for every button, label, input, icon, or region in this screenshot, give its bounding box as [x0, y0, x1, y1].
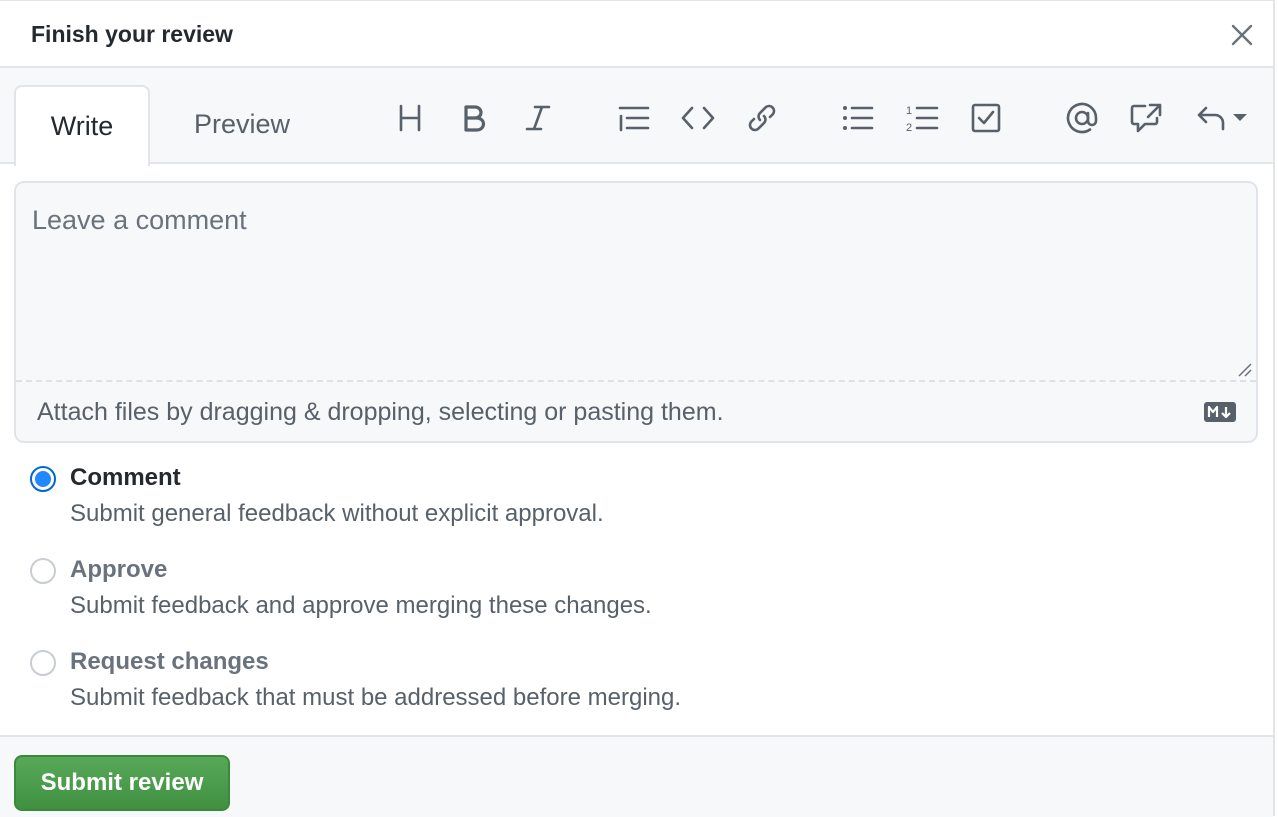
review-option-description: Submit feedback and approve merging thes…: [70, 592, 652, 619]
link-button[interactable]: [740, 96, 784, 140]
quote-icon: [618, 106, 650, 132]
code-button[interactable]: [676, 96, 720, 140]
review-dialog: Finish your review Write Preview 1 2 Lea…: [0, 0, 1275, 817]
request-changes-radio[interactable]: [30, 650, 56, 676]
numbered-list-icon: 1 2: [906, 105, 939, 133]
code-icon: [681, 106, 715, 130]
saved-replies-button[interactable]: [1192, 96, 1252, 140]
heading-button[interactable]: [388, 96, 432, 140]
attach-files-text[interactable]: Attach files by dragging & dropping, sel…: [37, 398, 724, 427]
review-option-label[interactable]: Comment: [70, 464, 181, 492]
dialog-footer: Submit review: [0, 735, 1273, 817]
dialog-title: Finish your review: [31, 21, 233, 47]
comment-editor: Attach files by dragging & dropping, sel…: [14, 181, 1258, 443]
bold-button[interactable]: [452, 96, 496, 140]
italic-icon: [525, 105, 551, 131]
resize-handle-icon[interactable]: [1238, 363, 1252, 377]
task-list-icon: [971, 103, 1001, 133]
bulleted-list-icon: [843, 106, 874, 130]
mention-icon: [1066, 102, 1098, 134]
svg-text:2: 2: [906, 122, 912, 133]
numbered-list-button[interactable]: 1 2: [900, 96, 944, 140]
svg-text:1: 1: [906, 105, 912, 117]
comment-textarea[interactable]: [16, 183, 1256, 380]
editor-tabbar: Write Preview 1 2: [0, 68, 1273, 166]
bold-icon: [464, 105, 486, 132]
attach-files-bar[interactable]: Attach files by dragging & dropping, sel…: [16, 380, 1256, 443]
review-option-label[interactable]: Approve: [70, 556, 167, 584]
comment-radio[interactable]: [30, 466, 56, 492]
tab-write[interactable]: Write: [14, 85, 150, 166]
submit-review-button[interactable]: Submit review: [14, 755, 230, 811]
cross-reference-button[interactable]: [1124, 96, 1168, 140]
review-option-label[interactable]: Request changes: [70, 648, 269, 676]
close-icon: [1231, 24, 1253, 46]
italic-button[interactable]: [516, 96, 560, 140]
review-option-description: Submit general feedback without explicit…: [70, 500, 604, 527]
heading-icon: [399, 104, 421, 132]
saved-replies-icon: [1197, 106, 1225, 131]
approve-radio[interactable]: [30, 558, 56, 584]
mention-button[interactable]: [1060, 96, 1104, 140]
tab-preview[interactable]: Preview: [166, 85, 318, 164]
task-list-button[interactable]: [964, 96, 1008, 140]
bulleted-list-button[interactable]: [836, 96, 880, 140]
close-button[interactable]: [1226, 19, 1258, 51]
review-option-description: Submit feedback that must be addressed b…: [70, 684, 682, 711]
chevron-down-icon: [1233, 114, 1247, 121]
link-icon: [748, 104, 776, 132]
quote-button[interactable]: [612, 96, 656, 140]
cross-reference-icon: [1130, 103, 1162, 133]
markdown-icon[interactable]: [1204, 402, 1236, 422]
dialog-header: Finish your review: [0, 1, 1273, 68]
